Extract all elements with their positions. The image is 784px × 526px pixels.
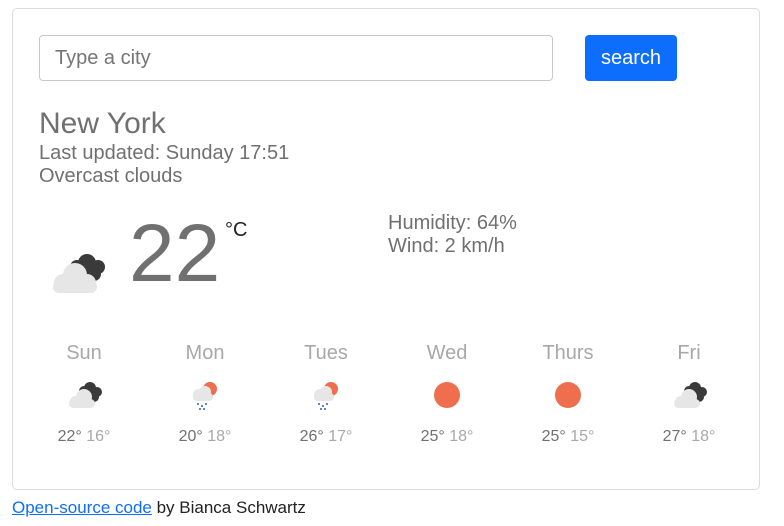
overcast-clouds-icon: [674, 382, 707, 408]
search-button[interactable]: search: [585, 35, 677, 81]
forecast-day-name: Tues: [304, 342, 348, 364]
forecast-day-name: Fri: [677, 342, 701, 364]
last-updated: Last updated: Sunday 17:51: [39, 142, 290, 164]
forecast-max-temp: 20°: [178, 428, 203, 445]
forecast-max-temp: 27°: [662, 428, 687, 445]
forecast-max-temp: 25°: [541, 428, 566, 445]
forecast-min-temp: 18°: [207, 428, 232, 445]
forecast-max-temp: 22°: [57, 428, 82, 445]
open-source-code-link[interactable]: Open-source code: [12, 498, 152, 517]
sun-icon: [434, 382, 460, 408]
forecast-day: Fri 27° 18°: [639, 341, 739, 451]
city-name: New York: [39, 107, 166, 140]
forecast-day-name: Wed: [426, 342, 468, 364]
forecast-day: Wed 25° 18°: [397, 341, 497, 451]
current-temperature: 22: [129, 208, 221, 299]
forecast-min-temp: 15°: [570, 428, 595, 445]
weather-description: Overcast clouds: [39, 165, 183, 187]
forecast-day-name: Sun: [66, 342, 102, 364]
forecast-day: Tues 26° 17°: [276, 341, 376, 451]
forecast-min-temp: 17°: [328, 428, 353, 445]
forecast-max-temp: 26°: [299, 428, 324, 445]
forecast-min-temp: 18°: [449, 428, 474, 445]
sun-icon: [555, 382, 581, 408]
weather-card: search New York Last updated: Sunday 17:…: [12, 8, 760, 490]
rain-sun-icon: [314, 382, 338, 410]
city-search-input[interactable]: [39, 35, 553, 81]
temperature-unit: °C: [225, 219, 248, 241]
forecast-day: Mon 20° 18°: [155, 341, 255, 451]
forecast-day-name: Mon: [185, 342, 225, 364]
forecast-day-name: Thurs: [542, 342, 594, 364]
overcast-clouds-icon: [69, 382, 102, 408]
footer-author: by Bianca Schwartz: [151, 498, 306, 517]
footer: Open-source code by Bianca Schwartz: [12, 497, 306, 519]
forecast-min-temp: 16°: [86, 428, 111, 445]
rain-sun-icon: [193, 382, 217, 410]
forecast-min-temp: 18°: [691, 428, 716, 445]
forecast-day: Sun 22° 16°: [34, 341, 134, 451]
wind: Wind: 2 km/h: [388, 235, 505, 257]
humidity: Humidity: 64%: [388, 212, 517, 234]
forecast-max-temp: 25°: [420, 428, 445, 445]
forecast-day: Thurs 25° 15°: [518, 341, 618, 451]
overcast-clouds-icon: [53, 254, 105, 293]
